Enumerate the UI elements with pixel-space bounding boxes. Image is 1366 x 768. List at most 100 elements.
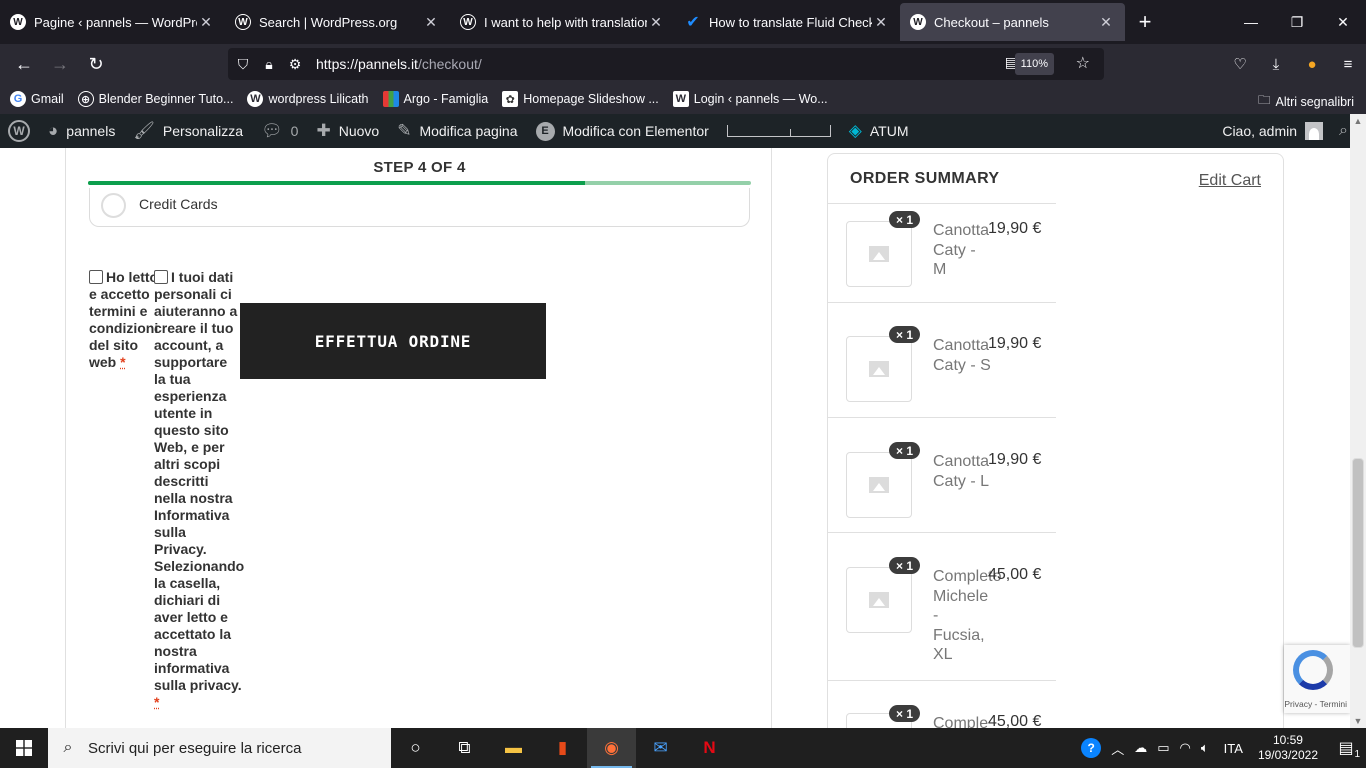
wordpress-admin-icon: W [10, 14, 26, 30]
image-placeholder-icon [869, 361, 889, 377]
bookmark-label: Gmail [31, 92, 64, 106]
battery-icon[interactable]: ▭ [1157, 740, 1169, 756]
lock-icon[interactable]: 🔒︎ [256, 56, 282, 73]
bookmark-item[interactable]: ✿ Homepage Slideshow ... [502, 91, 659, 107]
place-order-button[interactable]: EFFETTUA ORDINE [240, 303, 546, 379]
item-price: 19,90 € [988, 451, 1042, 468]
item-price: 19,90 € [988, 220, 1042, 237]
wp-new-content[interactable]: ✚ Nuovo [316, 121, 379, 141]
wifi-icon[interactable]: ◠ [1180, 740, 1191, 756]
close-window-icon[interactable]: ✕ [1320, 0, 1366, 44]
admin-greeting[interactable]: Ciao, admin [1222, 123, 1297, 139]
zoom-level[interactable]: 110% [1014, 53, 1054, 75]
recaptcha-badge[interactable]: Privacy - Termini [1284, 645, 1350, 713]
order-summary-title: ORDER SUMMARY [850, 170, 1000, 187]
browser-tab[interactable]: W I want to help with translation | ✕ [450, 0, 675, 44]
page-scrollbar[interactable]: ▲ ▼ [1350, 114, 1366, 728]
scrollbar-thumb[interactable] [1352, 458, 1364, 648]
pocket-icon[interactable]: ♡ [1222, 55, 1258, 73]
search-icon: ⌕ [63, 739, 73, 756]
avatar[interactable] [1305, 122, 1324, 140]
forward-icon[interactable]: → [42, 48, 78, 80]
bookmark-item[interactable]: G Gmail [10, 91, 64, 107]
scroll-down-icon[interactable]: ▼ [1350, 716, 1366, 726]
required-mark: * [154, 694, 160, 710]
scroll-up-icon[interactable]: ▲ [1350, 116, 1366, 126]
close-icon[interactable]: ✕ [422, 14, 440, 31]
wp-comments[interactable]: 💬︎ 0 [261, 121, 298, 141]
recaptcha-links[interactable]: Privacy - Termini [1284, 699, 1350, 709]
task-view-icon[interactable]: ⧉ [440, 728, 489, 768]
terms-checkbox[interactable] [89, 270, 103, 284]
item-price: 45,00 € [988, 566, 1042, 583]
wp-atum-menu[interactable]: ◈ ATUM [849, 121, 909, 141]
back-icon[interactable]: ← [6, 48, 42, 80]
wp-edit-elementor[interactable]: E Modifica con Elementor [535, 121, 709, 141]
close-icon[interactable]: ✕ [647, 14, 665, 31]
chevron-up-icon[interactable]: ︿ [1111, 739, 1124, 758]
product-thumbnail [846, 567, 912, 633]
checkout-progress-fill [88, 181, 586, 185]
customize-label: Personalizza [162, 123, 244, 139]
search-icon[interactable]: ⌕ [1339, 122, 1348, 140]
comments-count: 0 [290, 123, 299, 139]
other-bookmarks[interactable]: 🗀 Altri segnalibri [1258, 91, 1354, 112]
bookmark-item[interactable]: W Login ‹ pannels — Wo... [672, 91, 828, 107]
netflix-icon[interactable]: N [685, 728, 734, 768]
office-icon[interactable]: ▮ [538, 728, 587, 768]
language-indicator[interactable]: ITA [1224, 741, 1243, 756]
pencil-icon: ✎ [397, 121, 412, 140]
edit-cart-link[interactable]: Edit Cart [1199, 172, 1261, 190]
menu-icon[interactable]: ≡ [1330, 56, 1366, 73]
cortana-icon[interactable]: ○ [391, 728, 440, 768]
url-bar[interactable]: ⛉ 🔒︎ ⚙ https://pannels.it/checkout/ ▤ 11… [228, 48, 1104, 80]
bookmark-item[interactable]: ⊕ Blender Beginner Tuto... [77, 91, 233, 107]
clock-date: 19/03/2022 [1257, 748, 1318, 762]
browser-tab-active[interactable]: W Checkout – pannels ✕ [900, 3, 1125, 41]
bookmark-star-icon[interactable]: ☆ [1076, 53, 1090, 73]
new-tab-button[interactable]: + [1125, 0, 1165, 44]
help-icon[interactable]: ? [1081, 738, 1102, 758]
close-icon[interactable]: ✕ [197, 14, 215, 31]
bookmark-item[interactable]: Argo - Famiglia [382, 91, 488, 107]
shield-icon[interactable]: ⛉ [230, 56, 256, 73]
item-quantity-badge: × 1 [889, 211, 920, 228]
downloads-icon[interactable]: ⤓ [1258, 56, 1294, 73]
order-item: × 1 Completo Michele - Fucsia, XL 45,00 … [828, 532, 1056, 680]
wp-logo-menu[interactable]: W [8, 120, 30, 142]
close-icon[interactable]: ✕ [872, 14, 890, 31]
wp-site-menu[interactable]: ◕ pannels [48, 121, 115, 141]
browser-tab[interactable]: W Pagine ‹ pannels — WordPress ✕ [0, 0, 225, 44]
payment-method-radio[interactable] [101, 193, 126, 218]
cloud-icon[interactable]: ☁ [1134, 740, 1147, 756]
close-icon[interactable]: ✕ [1097, 14, 1115, 31]
wp-admin-bar: W ◕ pannels 🖌︎ Personalizza 💬︎ 0 ✚ Nuovo… [0, 114, 1366, 148]
payment-method-label: Credit Cards [139, 196, 218, 212]
file-explorer-icon[interactable]: ▬ [489, 728, 538, 768]
reload-icon[interactable]: ↻ [78, 48, 114, 80]
url-text[interactable]: https://pannels.it/checkout/ [316, 56, 482, 72]
browser-tab[interactable]: W Search | WordPress.org ✕ [225, 0, 450, 44]
notification-center[interactable]: ▤ 1 [1326, 728, 1366, 768]
wp-edit-page[interactable]: ✎ Modifica pagina [397, 121, 517, 141]
permissions-icon[interactable]: ⚙ [282, 56, 308, 73]
mail-icon[interactable]: ✉ [636, 728, 685, 768]
bookmark-item[interactable]: W wordpress Lilicath [247, 91, 369, 107]
windows-start-button[interactable] [0, 728, 48, 768]
slideshow-icon: ✿ [502, 91, 519, 107]
taskbar-search[interactable]: ⌕ Scrivi qui per eseguire la ricerca [48, 728, 391, 768]
query-monitor-graph[interactable] [726, 125, 831, 137]
volume-icon[interactable]: 🔈︎ [1201, 740, 1209, 756]
atum-layers-icon: ◈ [848, 121, 862, 140]
privacy-checkbox[interactable] [154, 270, 168, 284]
restore-icon[interactable]: ❐ [1274, 0, 1320, 44]
extension-icon[interactable]: ● [1294, 56, 1330, 73]
tab-title: Search | WordPress.org [259, 14, 398, 30]
privacy-checkbox-field: I tuoi dati personali ci aiuteranno a cr… [154, 269, 244, 711]
image-placeholder-icon [869, 246, 889, 262]
taskbar-clock[interactable]: 10:59 19/03/2022 [1258, 733, 1318, 763]
minimize-icon[interactable]: — [1228, 0, 1274, 44]
browser-tab[interactable]: ✔ How to translate Fluid Checkout ✕ [675, 0, 900, 44]
firefox-icon[interactable]: ◉ [587, 728, 636, 768]
wp-customize[interactable]: 🖌︎ Personalizza [133, 121, 243, 141]
